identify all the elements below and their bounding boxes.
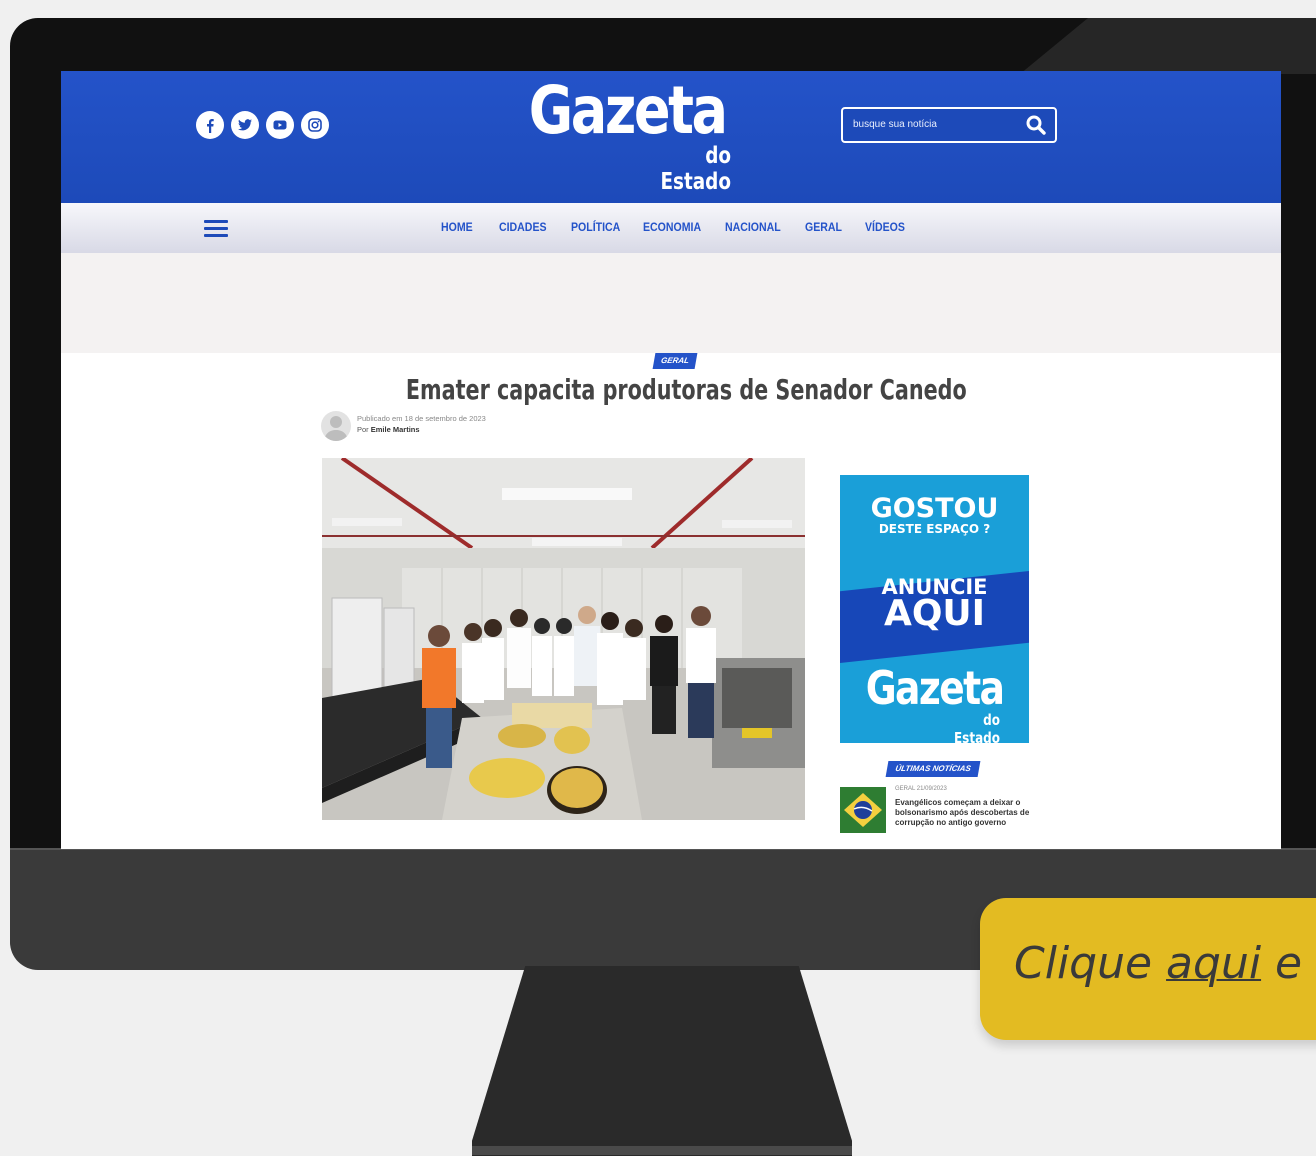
ad-line-1: GOSTOU	[870, 493, 999, 524]
author-name[interactable]: Emile Martins	[371, 425, 420, 434]
article-photo[interactable]	[322, 458, 805, 820]
nav-item-nacional[interactable]: NACIONAL	[725, 220, 781, 234]
news-thumbnail[interactable]	[840, 787, 886, 833]
news-item-meta: GERAL 21/09/2023	[895, 786, 947, 792]
article-published-date: Publicado em 18 de setembro de 2023	[357, 414, 486, 423]
ad-logo: Gazeta	[865, 661, 1005, 715]
author-prefix: Por	[357, 425, 369, 434]
search-box	[841, 107, 1057, 143]
callout-prefix: Clique	[1014, 938, 1167, 989]
article-author: Por Emile Martins	[357, 425, 420, 434]
site-logo-subtitle: do Estado	[660, 143, 731, 195]
ad-line-2: DESTE ESPAÇO ?	[878, 522, 991, 536]
callout-suffix: e	[1261, 938, 1303, 989]
nav-item-videos[interactable]: VÍDEOS	[865, 220, 905, 234]
youtube-icon[interactable]	[266, 111, 294, 139]
search-icon[interactable]	[1025, 114, 1047, 136]
sidebar-advertisement[interactable]: GOSTOU DESTE ESPAÇO ? ANUNCIE AQUI Gazet…	[840, 475, 1029, 743]
nav-item-home[interactable]: HOME	[441, 220, 473, 234]
news-item-title[interactable]: Evangélicos começam a deixar o bolsonari…	[895, 798, 1035, 828]
call-to-action-callout[interactable]: Clique aqui e	[980, 898, 1316, 1040]
site-header: Gazeta do Estado	[61, 71, 1281, 203]
ad-line-4: AQUI	[883, 593, 986, 634]
callout-text: Clique aqui e	[1014, 938, 1302, 989]
callout-link[interactable]: aqui	[1166, 938, 1261, 989]
nav-item-cidades[interactable]: CIDADES	[499, 220, 547, 234]
menu-icon[interactable]	[204, 220, 228, 238]
banner-ad-slot	[61, 253, 1281, 353]
facebook-icon[interactable]	[196, 111, 224, 139]
nav-item-politica[interactable]: POLÍTICA	[571, 220, 620, 234]
main-navigation: HOME CIDADES POLÍTICA ECONOMIA NACIONAL …	[61, 203, 1281, 253]
website-screen: Gazeta do Estado HOME CIDADES POLÍTICA E…	[61, 71, 1281, 849]
monitor-stand-base	[472, 1146, 852, 1155]
instagram-icon[interactable]	[301, 111, 329, 139]
search-input[interactable]	[853, 116, 1013, 132]
nav-item-geral[interactable]: GERAL	[805, 220, 842, 234]
twitter-icon[interactable]	[231, 111, 259, 139]
nav-item-economia[interactable]: ECONOMIA	[643, 220, 701, 234]
ad-logo-subtitle: do Estado	[953, 711, 1000, 743]
author-avatar	[321, 411, 351, 441]
article-category-badge[interactable]: GERAL	[652, 353, 698, 369]
monitor-stand	[472, 966, 852, 1156]
latest-news-heading: ÚLTIMAS NOTÍCIAS	[885, 761, 981, 777]
site-logo[interactable]: Gazeta	[529, 73, 728, 149]
article-title: Emater capacita produtoras de Senador Ca…	[405, 373, 967, 406]
